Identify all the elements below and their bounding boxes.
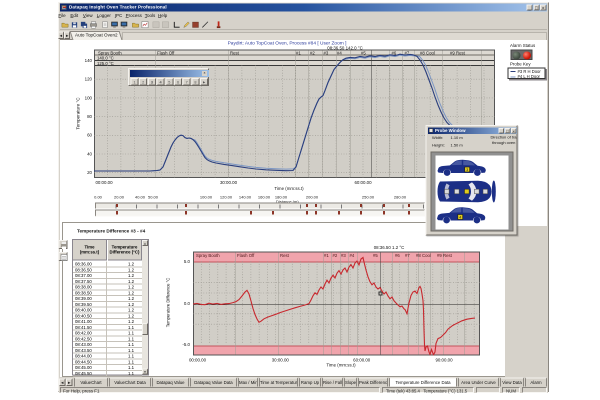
svg-text:4: 4: [459, 215, 461, 219]
svg-text:3: 3: [466, 168, 468, 172]
